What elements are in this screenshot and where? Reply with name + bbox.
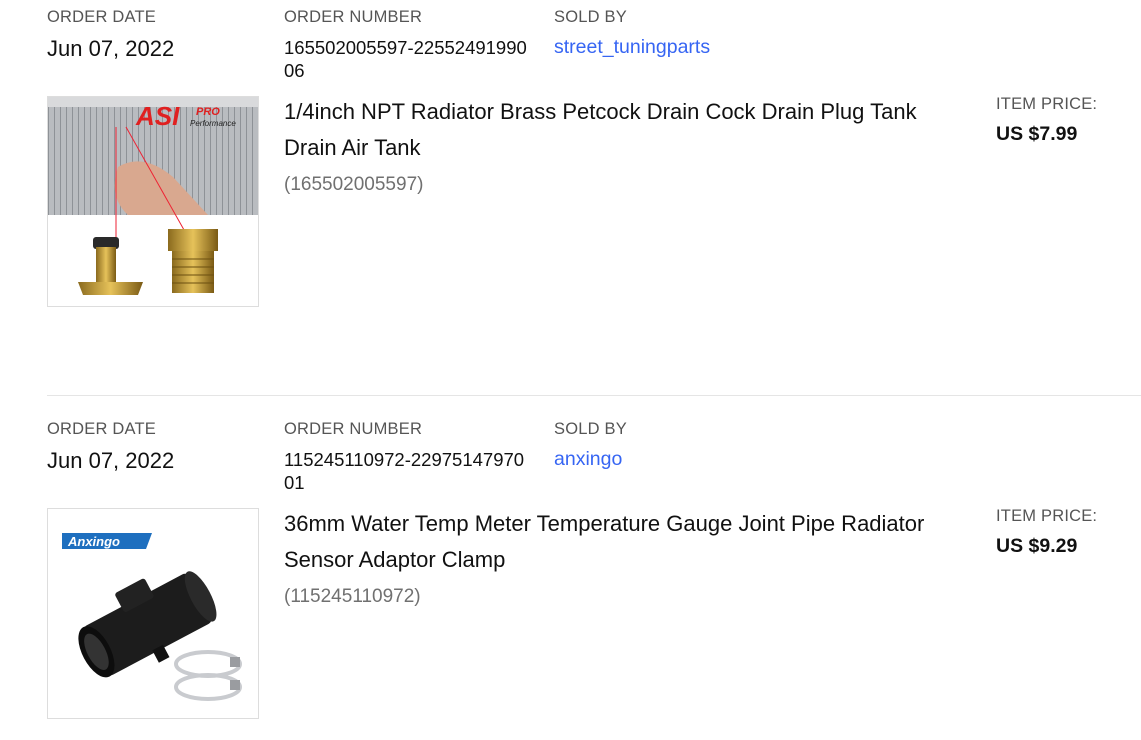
order-number-label: ORDER NUMBER [284, 8, 423, 26]
order-divider [47, 395, 1141, 396]
sold-by-label: SOLD BY [554, 8, 627, 26]
sold-by-label: SOLD BY [554, 420, 627, 438]
item-id: (115245110972) [284, 586, 421, 607]
order-date: Jun 07, 2022 [47, 36, 175, 61]
svg-text:ASI: ASI [135, 101, 180, 131]
water-temp-adaptor-image: Anxingo [48, 509, 258, 718]
order-number: 165502005597-2255249199006 [284, 37, 527, 81]
item-price: US $7.99 [996, 123, 1078, 145]
item-title-link[interactable]: 1/4inch NPT Radiator Brass Petcock Drain… [284, 94, 944, 166]
order-date-label: ORDER DATE [47, 420, 156, 438]
order-number-label: ORDER NUMBER [284, 420, 423, 438]
svg-text:Anxingo: Anxingo [67, 534, 120, 549]
item-id: (165502005597) [284, 174, 424, 195]
anxingo-logo: Anxingo [62, 533, 152, 549]
order-number: 115245110972-2297514797001 [284, 449, 525, 493]
item-thumbnail[interactable]: ASI PRO Performance [47, 96, 259, 307]
item-price-label: ITEM PRICE: [996, 95, 1098, 113]
svg-text:PRO: PRO [196, 106, 220, 118]
order-date-label: ORDER DATE [47, 8, 156, 26]
radiator-petcock-image: ASI PRO Performance [48, 97, 258, 306]
item-price-label: ITEM PRICE: [996, 507, 1098, 525]
order-date: Jun 07, 2022 [47, 448, 175, 473]
item-price: US $9.29 [996, 535, 1078, 557]
item-thumbnail[interactable]: Anxingo [47, 508, 259, 719]
seller-link[interactable]: street_tuningparts [554, 36, 710, 59]
svg-text:Performance: Performance [190, 119, 236, 128]
brass-fitting-shape [168, 229, 218, 293]
item-title-link[interactable]: 36mm Water Temp Meter Temperature Gauge … [284, 506, 944, 578]
seller-link[interactable]: anxingo [554, 448, 622, 471]
